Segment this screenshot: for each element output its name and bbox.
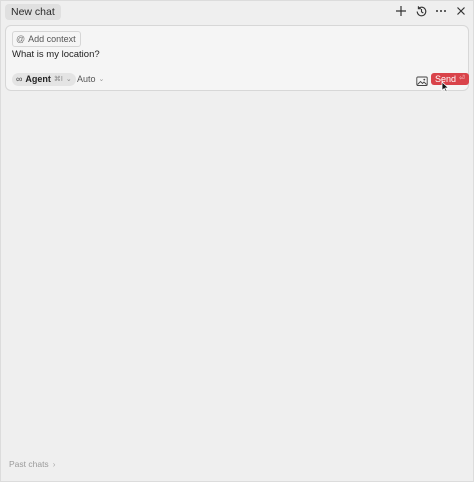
agent-mode-selector[interactable]: ∞ Agent ⌘I ⌄ — [12, 73, 76, 86]
image-icon — [416, 76, 428, 86]
chat-composer: @ Add context What is my location? ∞ Age… — [5, 25, 469, 91]
history-button[interactable] — [413, 3, 429, 19]
close-button[interactable] — [453, 3, 469, 19]
add-context-label: Add context — [28, 34, 76, 44]
tab-new-chat[interactable]: New chat — [5, 4, 61, 20]
history-icon — [416, 5, 426, 16]
mouse-cursor-icon — [441, 81, 450, 93]
more-button[interactable] — [433, 3, 449, 19]
chat-header: New chat — [1, 1, 473, 23]
chevron-right-icon: › — [52, 459, 56, 469]
model-selector[interactable]: Auto ⌄ — [77, 73, 104, 86]
header-actions — [393, 3, 469, 19]
close-icon — [457, 7, 465, 15]
return-icon: ⏎ — [459, 75, 465, 82]
more-icon — [436, 10, 446, 12]
chat-panel: New chat @ Add context What is my locati… — [0, 0, 474, 482]
add-context-button[interactable]: @ Add context — [12, 31, 81, 47]
new-chat-icon — [396, 6, 406, 16]
new-chat-button[interactable] — [393, 3, 409, 19]
model-label: Auto — [77, 74, 96, 84]
at-icon: @ — [16, 34, 26, 44]
chevron-down-icon: ⌄ — [98, 76, 105, 83]
past-chats-label: Past chats — [9, 459, 49, 469]
attach-image-button[interactable] — [416, 74, 428, 86]
infinity-icon: ∞ — [16, 74, 23, 84]
agent-shortcut: ⌘I — [53, 76, 63, 83]
chevron-down-icon: ⌄ — [65, 76, 72, 83]
agent-label: Agent — [25, 74, 51, 84]
prompt-input[interactable]: What is my location? — [12, 49, 100, 60]
past-chats-link[interactable]: Past chats › — [9, 459, 55, 469]
